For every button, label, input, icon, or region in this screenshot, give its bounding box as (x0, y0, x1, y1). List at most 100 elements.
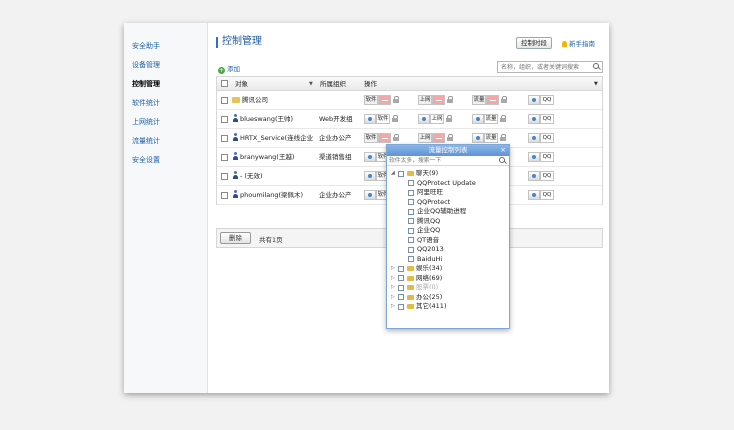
tree-item[interactable]: QQ2013 (387, 245, 509, 255)
toggle-on[interactable] (472, 133, 484, 143)
tree-checkbox[interactable] (408, 180, 414, 186)
tree-checkbox[interactable] (398, 284, 404, 291)
control-switch[interactable]: 软件 (364, 133, 399, 144)
toggle-on[interactable] (364, 190, 376, 200)
tree-checkbox[interactable] (398, 170, 404, 177)
tree-category[interactable]: ◢ 聊天(9) (387, 169, 509, 179)
toggle-on[interactable] (418, 114, 430, 124)
sidebar-item-security-assistant[interactable]: 安全助手 (124, 37, 207, 56)
toggle-on[interactable] (528, 114, 540, 124)
row-checkbox[interactable] (221, 154, 228, 161)
table-row[interactable]: 腾讯公司 软件 上网 流量 QQ (217, 91, 602, 110)
row-checkbox[interactable] (221, 192, 228, 199)
tree-category[interactable]: ▷ 娱乐(34) (387, 264, 509, 274)
tree-item[interactable]: QT语音 (387, 236, 509, 246)
tree-category[interactable]: ▷ 网络(69) (387, 274, 509, 284)
row-checkbox[interactable] (221, 97, 228, 104)
lock-icon[interactable] (392, 115, 398, 122)
tree-checkbox[interactable] (408, 199, 414, 205)
control-switch[interactable]: 流量 (472, 95, 507, 106)
tree-item[interactable]: QQProtect (387, 198, 509, 208)
sidebar-item-software-stats[interactable]: 软件统计 (124, 94, 207, 113)
popup-search-input[interactable] (387, 156, 492, 166)
lock-icon[interactable] (501, 96, 507, 103)
row-checkbox[interactable] (221, 135, 228, 142)
tree-checkbox[interactable] (408, 256, 414, 262)
tree-item[interactable]: QQProtect Update (387, 179, 509, 189)
toggle-off[interactable] (378, 95, 391, 105)
control-switch[interactable]: QQ (528, 171, 554, 182)
control-switch[interactable]: 软件 (364, 95, 399, 106)
lock-icon[interactable] (446, 115, 452, 122)
control-switch[interactable]: QQ (528, 190, 554, 201)
control-switch[interactable]: 上网 (418, 133, 453, 144)
delete-button[interactable]: 删除 (220, 232, 251, 244)
lock-icon[interactable] (500, 134, 506, 141)
sidebar-item-device-management[interactable]: 设备管理 (124, 56, 207, 75)
control-switch[interactable]: QQ (528, 95, 554, 106)
toggle-on[interactable] (528, 171, 540, 181)
search-input[interactable] (498, 62, 588, 72)
toggle-off[interactable] (486, 95, 499, 105)
sidebar-item-security-settings[interactable]: 安全设置 (124, 151, 207, 170)
lock-icon[interactable] (500, 115, 506, 122)
tree-category[interactable]: ▷ 其它(411) (387, 302, 509, 312)
toggle-on[interactable] (528, 133, 540, 143)
tree-checkbox[interactable] (408, 208, 414, 215)
tree-item[interactable]: 企业QQ辅助进程 (387, 207, 509, 217)
toggle-on[interactable] (528, 95, 540, 105)
tree-item[interactable]: 阿里旺旺 (387, 188, 509, 198)
tree-checkbox[interactable] (398, 275, 404, 281)
expand-right-icon[interactable]: ▷ (391, 264, 395, 274)
toggle-on[interactable] (364, 171, 376, 181)
tree-category[interactable]: ▷ 办公(25) (387, 293, 509, 303)
row-checkbox[interactable] (221, 116, 228, 123)
tree-item[interactable]: 企业QQ (387, 226, 509, 236)
tree-checkbox[interactable] (398, 265, 404, 272)
add-button[interactable]: + 添加 (218, 63, 240, 74)
tree-category[interactable]: ▷ 股票(0) (387, 283, 509, 293)
tree-checkbox[interactable] (408, 237, 414, 243)
search-icon[interactable] (593, 63, 600, 70)
column-object[interactable]: 对象 (235, 77, 248, 91)
row-checkbox[interactable] (221, 173, 228, 180)
search-icon[interactable] (499, 157, 506, 164)
control-switch[interactable]: 流量 (472, 114, 506, 125)
toggle-off[interactable] (432, 133, 445, 143)
tree-checkbox[interactable] (408, 227, 414, 234)
toggle-on[interactable] (528, 152, 540, 162)
sidebar-item-control-management[interactable]: 控制管理 (124, 75, 207, 94)
lock-icon[interactable] (447, 96, 453, 103)
expand-right-icon[interactable]: ▷ (391, 283, 395, 293)
object-name[interactable]: HRTX_Service(连线企业 (232, 129, 313, 148)
control-switch[interactable]: 流量 (472, 133, 506, 144)
control-switch[interactable]: QQ (528, 133, 554, 144)
toggle-on[interactable] (364, 114, 376, 124)
toggle-off[interactable] (378, 133, 391, 143)
close-icon[interactable]: × (500, 145, 506, 156)
expand-down-icon[interactable]: ◢ (391, 169, 395, 179)
tree-checkbox[interactable] (408, 246, 414, 253)
tree-item[interactable]: 腾讯QQ (387, 217, 509, 227)
lock-icon[interactable] (393, 96, 399, 103)
object-name[interactable]: blueswang(王帅) (232, 110, 293, 129)
sidebar-item-traffic-stats[interactable]: 流量统计 (124, 132, 207, 151)
object-name[interactable]: phoumilang(梁佩木) (232, 186, 303, 205)
guide-link[interactable]: 新手指南 (562, 38, 595, 48)
expand-right-icon[interactable]: ▷ (391, 293, 395, 303)
tree-checkbox[interactable] (398, 294, 404, 300)
lock-icon[interactable] (393, 134, 399, 141)
sidebar-item-internet-stats[interactable]: 上网统计 (124, 113, 207, 132)
object-name[interactable]: - (无效) (232, 167, 262, 186)
tree-checkbox[interactable] (408, 189, 414, 196)
control-switch[interactable]: QQ (528, 152, 554, 163)
object-name[interactable]: branywang(王越) (232, 148, 294, 167)
control-switch[interactable]: 软件 (364, 114, 398, 125)
control-period-button[interactable]: 控制时段 (516, 37, 552, 49)
toggle-on[interactable] (364, 152, 376, 162)
control-switch[interactable]: 上网 (418, 95, 453, 106)
sort-arrow-icon[interactable]: ▼ (309, 77, 313, 91)
expand-right-icon[interactable]: ▷ (391, 302, 395, 312)
tree-checkbox[interactable] (398, 303, 404, 310)
action-dropdown-icon[interactable]: ▼ (594, 77, 598, 91)
